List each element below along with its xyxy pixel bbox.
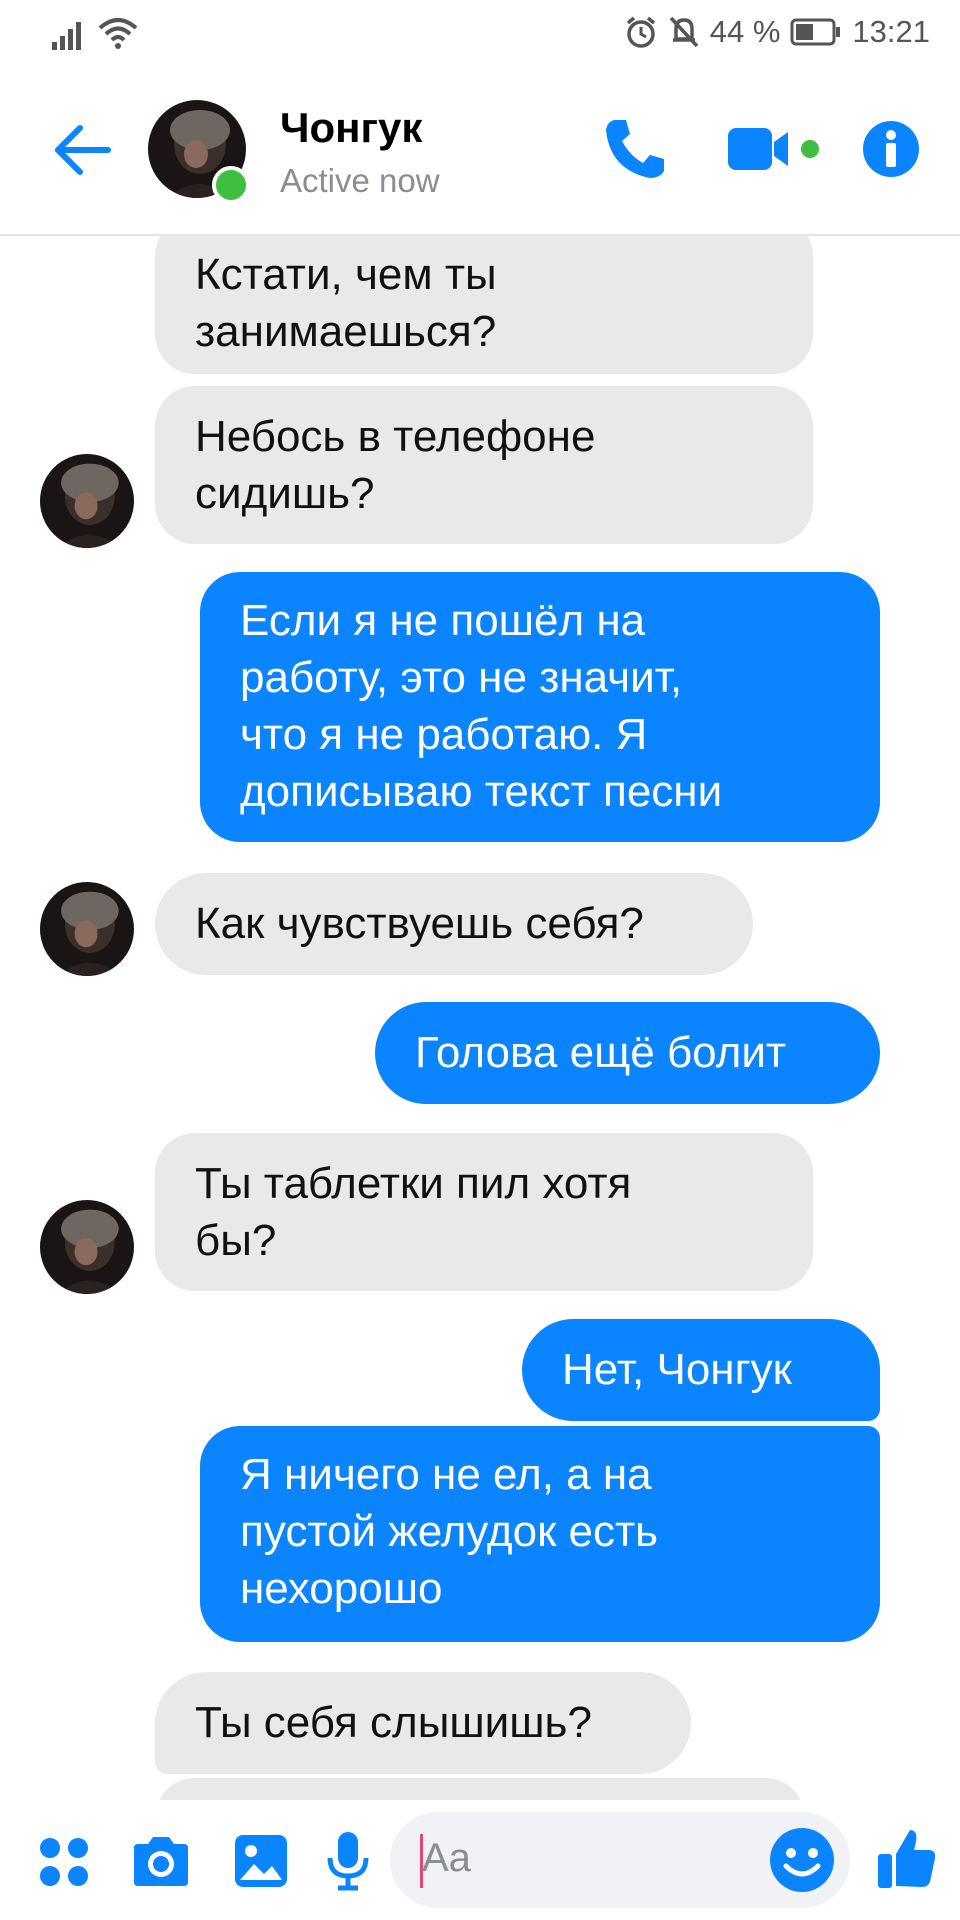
camera-icon[interactable] (130, 1834, 192, 1888)
incoming-message[interactable]: Ты себя слышишь? (155, 1672, 691, 1774)
incoming-message[interactable]: Кстати, чем ты занимаешься? (155, 236, 813, 374)
signal-icon (52, 22, 81, 50)
outgoing-message[interactable]: Если я не пошёл на работу, это не значит… (200, 572, 880, 842)
back-arrow-icon[interactable] (50, 122, 114, 178)
outgoing-message[interactable]: Нет, Чонгук (522, 1319, 880, 1421)
incoming-message[interactable]: Ты таблетки пил хотя бы? (155, 1133, 813, 1291)
bell-muted-icon (669, 16, 699, 48)
battery-icon (790, 18, 841, 46)
conversation-header: Чонгук Active now (0, 64, 960, 236)
incoming-message[interactable]: Как чувствуешь себя? (155, 873, 753, 975)
incoming-message-partial[interactable] (155, 1778, 805, 1800)
alarm-icon (626, 16, 655, 48)
message-input[interactable]: Aa (390, 1812, 850, 1908)
battery-percent: 44 % (709, 14, 781, 49)
incoming-message[interactable]: Небось в телефоне сидишь? (155, 386, 813, 544)
info-icon[interactable] (862, 120, 920, 178)
message-composer: Aa (0, 1800, 960, 1920)
phone-icon[interactable] (600, 114, 670, 184)
online-status-dot (212, 166, 250, 204)
emoji-icon[interactable] (768, 1826, 836, 1894)
outgoing-message[interactable]: Голова ещё болит (375, 1002, 880, 1104)
contact-status: Active now (280, 162, 440, 199)
microphone-icon[interactable] (326, 1830, 370, 1892)
message-input-placeholder: Aa (422, 1836, 471, 1880)
video-camera-icon[interactable] (726, 124, 826, 174)
message-list[interactable]: Кстати, чем ты занимаешься? Небось в тел… (0, 236, 960, 1800)
avatar[interactable] (40, 1200, 134, 1294)
avatar[interactable] (40, 882, 134, 976)
menu-dots-icon[interactable] (38, 1836, 90, 1888)
thumbs-up-icon[interactable] (876, 1826, 938, 1890)
contact-name[interactable]: Чонгук (280, 104, 422, 152)
avatar[interactable] (40, 454, 134, 548)
outgoing-message[interactable]: Я ничего не ел, а на пустой желудок есть… (200, 1426, 880, 1642)
wifi-icon (98, 18, 138, 49)
status-bar: 44 % 13:21 (0, 0, 960, 64)
image-icon[interactable] (232, 1832, 290, 1890)
clock: 13:21 (852, 14, 930, 49)
